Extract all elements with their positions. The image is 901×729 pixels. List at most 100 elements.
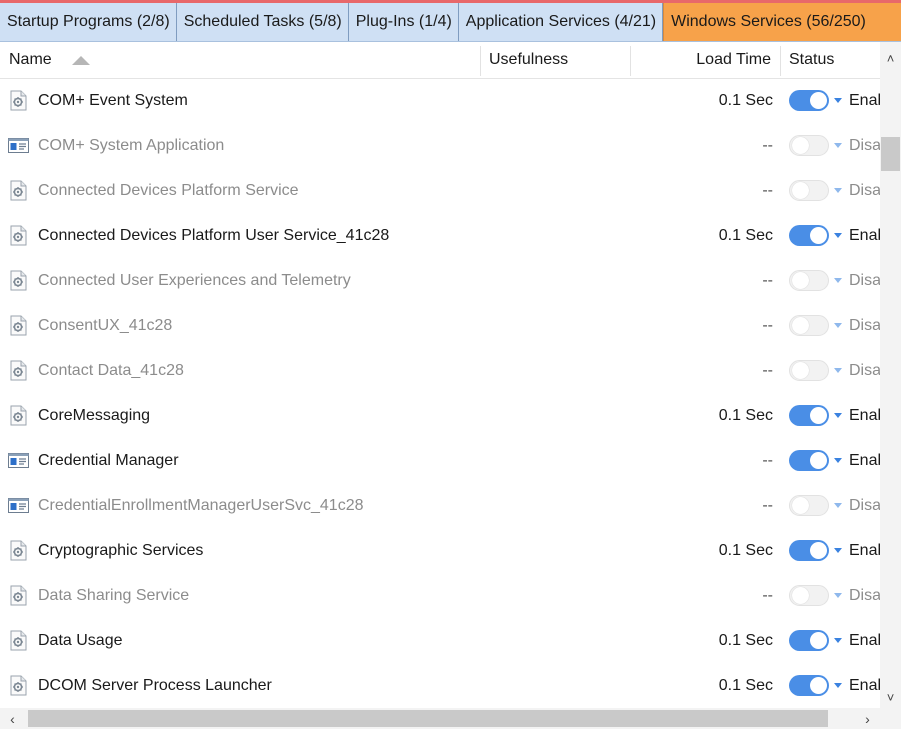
service-row[interactable]: CredentialEnrollmentManagerUserSvc_41c28… xyxy=(0,483,880,528)
status-dropdown-icon[interactable] xyxy=(834,98,842,103)
gear-service-icon-part xyxy=(10,180,27,201)
service-row[interactable]: Credential Manager -- Enab xyxy=(0,438,880,483)
service-row[interactable]: ConsentUX_41c28 -- Disa xyxy=(0,303,880,348)
gear-service-icon-part xyxy=(10,270,27,291)
service-load-time: -- xyxy=(762,137,773,154)
tab-startup-programs[interactable]: Startup Programs (2/8) xyxy=(0,3,177,41)
service-name: Credential Manager xyxy=(38,452,179,469)
tab-scheduled-tasks[interactable]: Scheduled Tasks (5/8) xyxy=(177,3,349,41)
status-toggle[interactable] xyxy=(789,450,829,471)
service-status-label: Enab xyxy=(849,452,880,469)
service-load-time: -- xyxy=(762,587,773,604)
service-row[interactable]: Connected Devices Platform User Service_… xyxy=(0,213,880,258)
status-dropdown-icon[interactable] xyxy=(834,548,842,553)
tab-plug-ins[interactable]: Plug-Ins (1/4) xyxy=(349,3,459,41)
gear-service-icon xyxy=(8,630,29,651)
status-toggle[interactable] xyxy=(789,495,829,516)
status-toggle[interactable] xyxy=(789,360,829,381)
status-dropdown-icon[interactable] xyxy=(834,638,842,643)
tab-windows-services[interactable]: Windows Services (56/250) xyxy=(663,3,901,41)
service-row[interactable]: Connected User Experiences and Telemetry… xyxy=(0,258,880,303)
gear-service-icon-part xyxy=(10,90,27,111)
status-toggle[interactable] xyxy=(789,675,829,696)
gear-service-icon xyxy=(8,360,29,381)
window-service-icon xyxy=(8,135,29,156)
status-toggle[interactable] xyxy=(789,180,829,201)
scroll-down-icon[interactable]: ˅ xyxy=(880,686,901,708)
status-toggle[interactable] xyxy=(789,540,829,561)
status-dropdown-icon[interactable] xyxy=(834,503,842,508)
scroll-left-icon[interactable]: ‹ xyxy=(2,708,23,729)
status-toggle[interactable] xyxy=(789,405,829,426)
gear-service-icon-part xyxy=(16,595,20,599)
column-divider[interactable] xyxy=(780,46,781,76)
service-status-label: Enab xyxy=(849,677,880,694)
gear-service-icon-part xyxy=(20,676,26,682)
service-load-time: -- xyxy=(762,317,773,334)
service-row[interactable]: COM+ System Application -- Disa xyxy=(0,123,880,168)
service-row[interactable]: DCOM Server Process Launcher 0.1 Sec Enab xyxy=(0,663,880,708)
status-toggle[interactable] xyxy=(789,90,829,111)
vertical-scroll-thumb[interactable] xyxy=(881,137,900,171)
gear-service-icon-part xyxy=(20,361,26,367)
scroll-up-icon[interactable]: ˄ xyxy=(880,47,901,69)
service-status-label: Disa xyxy=(849,137,880,154)
gear-service-icon xyxy=(8,90,29,111)
status-dropdown-icon[interactable] xyxy=(834,683,842,688)
horizontal-scroll-thumb[interactable] xyxy=(28,710,828,727)
gear-service-icon-part xyxy=(10,630,27,651)
status-dropdown-icon[interactable] xyxy=(834,278,842,283)
column-header-load-time[interactable]: Load Time xyxy=(630,42,771,78)
service-row[interactable]: COM+ Event System 0.1 Sec Enab xyxy=(0,78,880,123)
service-name: Connected User Experiences and Telemetry xyxy=(38,272,351,289)
status-toggle[interactable] xyxy=(789,315,829,336)
status-dropdown-icon[interactable] xyxy=(834,188,842,193)
scroll-right-icon[interactable]: › xyxy=(857,708,878,729)
status-toggle[interactable] xyxy=(789,135,829,156)
service-row[interactable]: Connected Devices Platform Service -- Disa xyxy=(0,168,880,213)
service-row[interactable]: Cryptographic Services 0.1 Sec Enab xyxy=(0,528,880,573)
gear-service-icon-part xyxy=(10,360,27,381)
service-row[interactable]: CoreMessaging 0.1 Sec Enab xyxy=(0,393,880,438)
service-name: DCOM Server Process Launcher xyxy=(38,677,272,694)
status-dropdown-icon[interactable] xyxy=(834,413,842,418)
gear-service-icon-part xyxy=(20,181,26,187)
column-header-usefulness[interactable]: Usefulness xyxy=(489,42,568,78)
service-status-label: Disa xyxy=(849,317,880,334)
vertical-scrollbar[interactable]: ˄ ˅ xyxy=(880,42,901,708)
status-toggle[interactable] xyxy=(789,630,829,651)
gear-service-icon xyxy=(8,585,29,606)
service-load-time: 0.1 Sec xyxy=(718,677,773,694)
tab-bar: Startup Programs (2/8) Scheduled Tasks (… xyxy=(0,3,901,42)
status-dropdown-icon[interactable] xyxy=(834,323,842,328)
column-divider[interactable] xyxy=(480,46,481,76)
service-status-label: Disa xyxy=(849,497,880,514)
service-row[interactable]: Contact Data_41c28 -- Disa xyxy=(0,348,880,393)
status-dropdown-icon[interactable] xyxy=(834,233,842,238)
status-toggle[interactable] xyxy=(789,225,829,246)
service-status-label: Disa xyxy=(849,182,880,199)
status-dropdown-icon[interactable] xyxy=(834,593,842,598)
service-row[interactable]: Data Usage 0.1 Sec Enab xyxy=(0,618,880,663)
status-dropdown-icon[interactable] xyxy=(834,143,842,148)
status-toggle[interactable] xyxy=(789,585,829,606)
window-service-icon-part xyxy=(8,498,29,513)
column-header-name[interactable]: Name xyxy=(9,42,479,78)
column-header-status[interactable]: Status xyxy=(789,42,834,78)
window-service-icon-part xyxy=(8,138,29,153)
service-load-time: 0.1 Sec xyxy=(718,542,773,559)
gear-service-icon-part xyxy=(10,540,27,561)
status-dropdown-icon[interactable] xyxy=(834,458,842,463)
status-toggle[interactable] xyxy=(789,270,829,291)
gear-service-icon-part xyxy=(16,415,20,419)
service-status-label: Disa xyxy=(849,587,880,604)
tab-application-services[interactable]: Application Services (4/21) xyxy=(459,3,664,41)
gear-service-icon xyxy=(8,315,29,336)
service-row[interactable]: Data Sharing Service -- Disa xyxy=(0,573,880,618)
service-name: Contact Data_41c28 xyxy=(38,362,184,379)
horizontal-scrollbar[interactable]: ‹ › xyxy=(0,708,880,729)
status-dropdown-icon[interactable] xyxy=(834,368,842,373)
gear-service-icon-part xyxy=(20,226,26,232)
gear-service-icon-part xyxy=(20,406,26,412)
window-service-icon-part xyxy=(10,143,17,150)
